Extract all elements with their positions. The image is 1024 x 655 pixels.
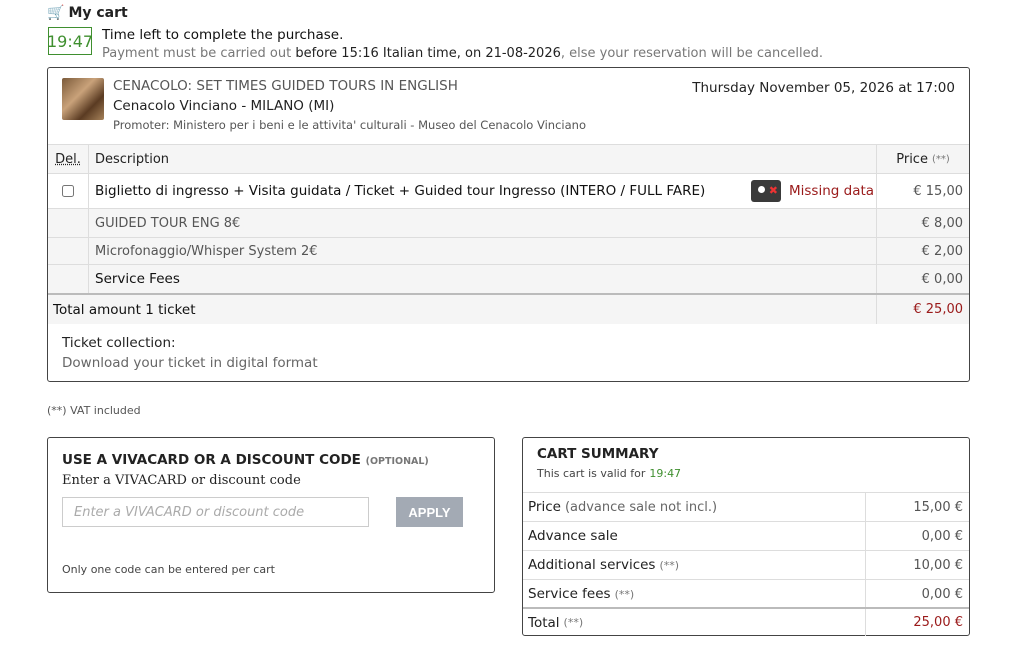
discount-code-input[interactable] xyxy=(62,497,369,527)
summary-value: 10,00 € xyxy=(865,551,969,579)
summary-row: Advance sale 0,00 € xyxy=(523,521,969,550)
extra-description: Microfonaggio/Whisper System 2€ xyxy=(95,243,318,259)
summary-note: (advance sale not incl.) xyxy=(564,499,718,515)
summary-row-label: Service fees (**) xyxy=(528,580,634,608)
item-price: € 15,00 xyxy=(876,174,969,208)
table-row: Microfonaggio/Whisper System 2€ € 2,00 xyxy=(48,237,969,264)
page-title-label: My cart xyxy=(68,5,128,21)
apply-button[interactable]: APPLY xyxy=(396,497,463,527)
col-del: Del. xyxy=(48,145,89,173)
table-total-row: Total amount 1 ticket € 25,00 xyxy=(48,293,969,324)
extra-price: € 8,00 xyxy=(876,209,969,237)
discount-subtitle: Enter a VIVACARD or discount code xyxy=(62,473,301,488)
table-header: Del. Description Price (**) xyxy=(48,144,969,173)
extra-price: € 2,00 xyxy=(876,238,969,264)
summary-value: 15,00 € xyxy=(865,493,969,521)
payment-suffix: , else your reservation will be cancelle… xyxy=(560,46,823,61)
summary-validity: This cart is valid for 19:47 xyxy=(537,467,681,480)
col-price: Price (**) xyxy=(876,145,969,173)
missing-data-icon xyxy=(751,180,781,202)
summary-row: Service fees (**) 0,00 € xyxy=(523,579,969,608)
summary-row-label: Additional services (**) xyxy=(528,551,679,579)
event-date: Thursday November 05, 2026 at 17:00 xyxy=(692,80,955,96)
del-cell-empty xyxy=(48,265,89,293)
summary-total-value: 25,00 € xyxy=(865,609,969,636)
table-row: GUIDED TOUR ENG 8€ € 8,00 xyxy=(48,208,969,237)
page-title: 🛒 My cart xyxy=(47,5,128,21)
summary-label: Price xyxy=(528,499,561,515)
summary-label: Service fees xyxy=(528,586,611,602)
del-cell-empty xyxy=(48,238,89,264)
col-price-label: Price xyxy=(896,151,928,167)
extra-description: GUIDED TOUR ENG 8€ xyxy=(95,215,241,231)
col-del-label: Del. xyxy=(55,151,81,167)
item-description: Biglietto di ingresso + Visita guidata /… xyxy=(95,183,706,199)
vat-note: (**) VAT included xyxy=(47,404,141,417)
summary-label: Total xyxy=(528,614,560,631)
del-cell-empty xyxy=(48,209,89,237)
summary-value: 0,00 € xyxy=(865,522,969,550)
summary-title: CART SUMMARY xyxy=(537,446,659,462)
fee-description: Service Fees xyxy=(95,271,180,287)
cart-icon: 🛒 xyxy=(47,5,65,21)
cart-summary-panel: CART SUMMARY This cart is valid for 19:47… xyxy=(522,437,970,636)
payment-prefix: Payment must be carried out xyxy=(102,46,296,61)
validity-time: 19:47 xyxy=(649,467,682,480)
discount-note: Only one code can be entered per cart xyxy=(62,563,275,576)
delete-checkbox[interactable] xyxy=(62,185,74,197)
missing-data-link[interactable]: Missing data xyxy=(751,174,874,208)
summary-total-label: Total (**) xyxy=(528,609,583,636)
event-promoter: Promoter: Ministero per i beni e le atti… xyxy=(113,118,586,132)
collection-text: Download your ticket in digital format xyxy=(62,355,318,371)
time-left-label: Time left to complete the purchase. xyxy=(102,27,344,43)
summary-row-label: Price (advance sale not incl.) xyxy=(528,493,717,521)
collection-title: Ticket collection: xyxy=(62,335,176,351)
missing-data-label: Missing data xyxy=(789,183,875,199)
col-description: Description xyxy=(95,151,170,167)
summary-row: Additional services (**) 10,00 € xyxy=(523,550,969,579)
summary-row: Price (advance sale not incl.) 15,00 € xyxy=(523,492,969,521)
validity-label: This cart is valid for xyxy=(537,467,646,480)
event-thumbnail xyxy=(62,78,104,120)
countdown-timer: 19:47 xyxy=(47,27,93,55)
summary-note: (**) xyxy=(659,558,680,572)
event-title: CENACOLO: SET TIMES GUIDED TOURS IN ENGL… xyxy=(113,78,458,94)
summary-note: (**) xyxy=(563,616,584,629)
del-cell xyxy=(48,174,89,208)
summary-row-label: Advance sale xyxy=(528,522,618,550)
payment-deadline: before 15:16 Italian time, on 21-08-2026 xyxy=(295,46,561,61)
discount-title: USE A VIVACARD OR A DISCOUNT CODE (OPTIO… xyxy=(62,452,429,468)
summary-total-row: Total (**) 25,00 € xyxy=(523,607,969,636)
discount-title-text: USE A VIVACARD OR A DISCOUNT CODE xyxy=(62,452,361,468)
discount-optional: (OPTIONAL) xyxy=(365,456,429,467)
total-price: € 25,00 xyxy=(876,295,969,324)
col-price-note: (**) xyxy=(931,153,950,165)
summary-label: Advance sale xyxy=(528,528,618,544)
summary-value: 0,00 € xyxy=(865,580,969,608)
table-row: Service Fees € 0,00 xyxy=(48,264,969,293)
total-label: Total amount 1 ticket xyxy=(53,301,196,318)
summary-label: Additional services xyxy=(528,557,656,573)
cart-panel: CENACOLO: SET TIMES GUIDED TOURS IN ENGL… xyxy=(47,67,970,382)
event-venue: Cenacolo Vinciano - MILANO (MI) xyxy=(113,98,335,114)
discount-panel: USE A VIVACARD OR A DISCOUNT CODE (OPTIO… xyxy=(47,437,495,593)
fee-price: € 0,00 xyxy=(876,265,969,293)
table-row: Biglietto di ingresso + Visita guidata /… xyxy=(48,173,969,208)
payment-deadline-text: Payment must be carried out before 15:16… xyxy=(102,46,823,61)
summary-note: (**) xyxy=(614,587,635,601)
